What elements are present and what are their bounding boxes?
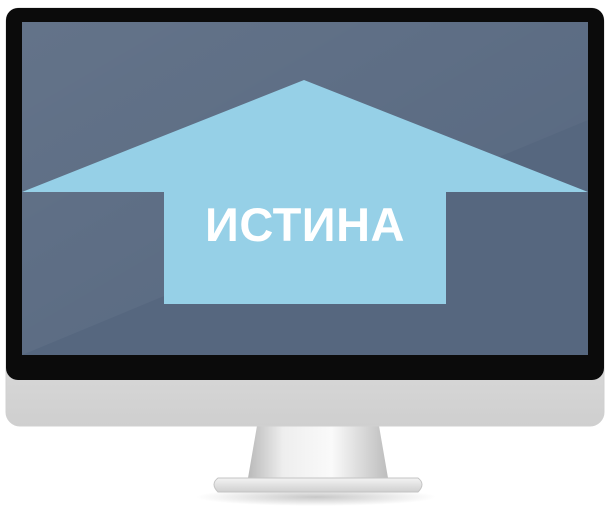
monitor-base [213, 477, 423, 493]
monitor-stand [248, 420, 388, 478]
arrow-label: ИСТИНА [205, 197, 405, 251]
monitor-illustration: ИСТИНА [0, 0, 608, 506]
monitor-icon [5, 7, 605, 506]
